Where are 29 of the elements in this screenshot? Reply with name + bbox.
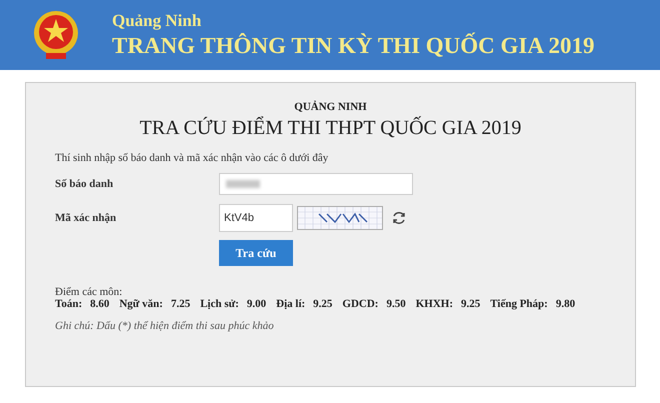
subject-label: Ngữ văn: xyxy=(119,298,163,310)
panel-subtitle: QUẢNG NINH xyxy=(294,101,367,113)
subject-label: GDCD: xyxy=(342,298,378,310)
input-field[interactable] xyxy=(219,173,413,195)
panel-title: TRA CỨU ĐIỂM THI THPT QUỐC GIA 2019 xyxy=(140,117,522,140)
score-value: 8.60 xyxy=(90,298,110,310)
refresh-icon[interactable] xyxy=(391,210,407,226)
score-value: 9.00 xyxy=(246,298,266,310)
score-value: 9.25 xyxy=(461,298,480,310)
score-value: 9.25 xyxy=(313,298,332,310)
site-title: TRANG THÔNG TIN KỲ THI QUỐC GIA 2019 xyxy=(112,33,594,59)
input-field[interactable]: KtV4b xyxy=(219,204,293,232)
field-label: Số báo danh xyxy=(55,178,114,190)
emblem-icon xyxy=(32,9,80,61)
subject-label: Địa lí: xyxy=(276,298,306,310)
instruction-text: Thí sinh nhập số báo danh và mã xác nhận vào các ô dưới đây xyxy=(55,152,330,164)
subject-label: Tiếng Pháp: xyxy=(490,298,548,310)
subject-label: Toán: xyxy=(55,298,82,310)
scores-heading: Điểm các môn: xyxy=(55,286,124,298)
field-label: Mã xác nhận xyxy=(55,212,118,224)
score-value: 9.80 xyxy=(556,298,576,310)
province-name: Quảng Ninh xyxy=(112,11,202,31)
subject-label: KHXH: xyxy=(416,298,454,310)
note-text: Ghi chú: Dấu (*) thể hiện điểm thi sau phúc khảo xyxy=(55,320,275,332)
score-value: 9.50 xyxy=(386,298,406,310)
blurred-value xyxy=(226,180,260,188)
score-value: 7.25 xyxy=(170,298,190,310)
lookup-button[interactable]: Tra cứu xyxy=(219,240,293,266)
subject-label: Lịch sử: xyxy=(200,298,239,310)
